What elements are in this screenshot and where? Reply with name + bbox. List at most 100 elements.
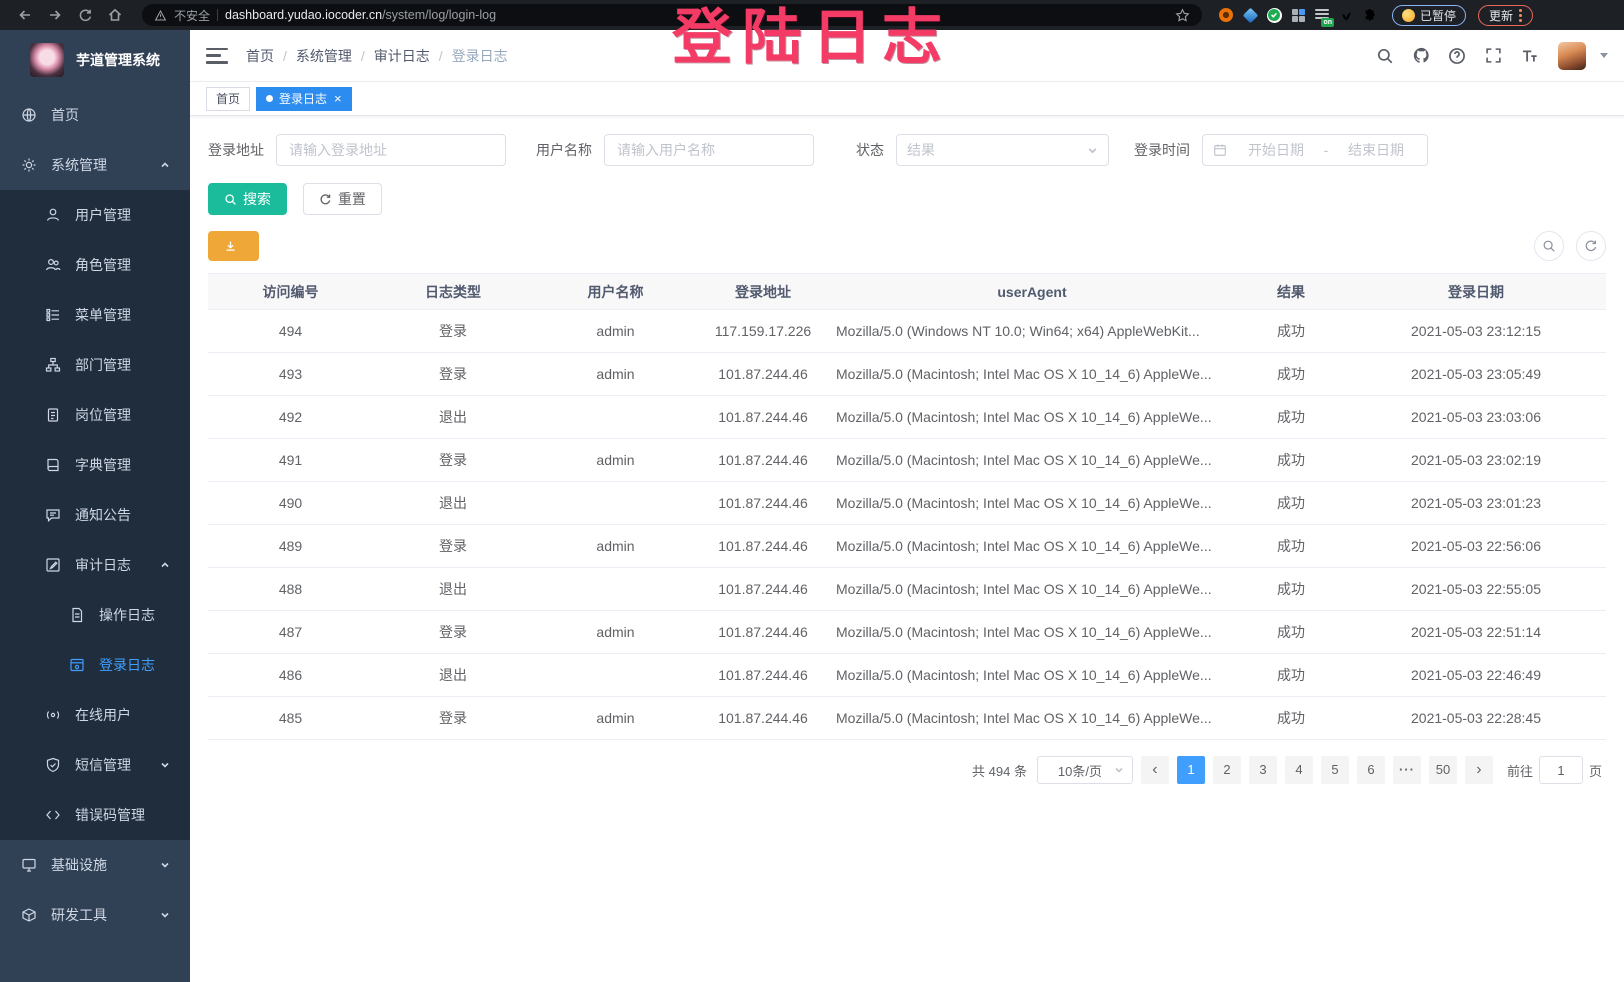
users-icon: [45, 257, 61, 273]
update-button[interactable]: 更新: [1478, 5, 1533, 26]
github-icon[interactable]: [1408, 43, 1434, 69]
sidebar-item-error-code-management[interactable]: 错误码管理: [0, 790, 190, 840]
header-search-icon[interactable]: [1372, 43, 1398, 69]
sidebar-item-infrastructure[interactable]: 基础设施: [0, 840, 190, 890]
search-button[interactable]: 搜索: [208, 183, 287, 215]
page-button-3[interactable]: 3: [1249, 756, 1277, 784]
col-login-date: 登录日期: [1346, 274, 1606, 310]
table-row: 487登录 admin101.87.244.46 Mozilla/5.0 (Ma…: [208, 611, 1606, 654]
login-time-range-picker[interactable]: 开始日期 - 结束日期: [1202, 134, 1428, 166]
sidebar-item-home[interactable]: 首页: [0, 90, 190, 140]
table-row: 493登录 admin101.87.244.46 Mozilla/5.0 (Ma…: [208, 353, 1606, 396]
logo[interactable]: 芋道管理系统: [0, 30, 190, 90]
page-button-5[interactable]: 5: [1321, 756, 1349, 784]
refresh-table-button[interactable]: [1576, 231, 1606, 261]
username-label: 用户名称: [536, 140, 592, 160]
more-pages-button[interactable]: [1393, 756, 1421, 784]
export-button[interactable]: [208, 231, 259, 261]
col-username: 用户名称: [533, 274, 698, 310]
sidebar-item-operation-log[interactable]: 操作日志: [0, 590, 190, 640]
chevron-up-icon: [160, 560, 170, 570]
sidebar-item-dict-management[interactable]: 字典管理: [0, 440, 190, 490]
reset-button[interactable]: 重置: [303, 183, 382, 215]
sidebar-item-department-management[interactable]: 部门管理: [0, 340, 190, 390]
extensions-puzzle-icon[interactable]: [1360, 5, 1380, 25]
extension-diamond-icon[interactable]: [1240, 5, 1260, 25]
login-log-table: 访问编号 日志类型 用户名称 登录地址 userAgent 结果 登录日期 49…: [208, 273, 1606, 740]
sidebar-item-sms-management[interactable]: 短信管理: [0, 740, 190, 790]
extension-check-icon[interactable]: [1264, 5, 1284, 25]
caret-down-icon[interactable]: [1600, 53, 1608, 58]
page-size-select[interactable]: 10条/页: [1037, 756, 1133, 784]
dashboard-icon: [21, 107, 37, 123]
hamburger-icon[interactable]: [206, 48, 228, 64]
login-address-input[interactable]: [276, 134, 506, 166]
gear-icon: [21, 157, 37, 173]
sidebar-item-notice[interactable]: 通知公告: [0, 490, 190, 540]
reload-icon: [78, 8, 93, 23]
table-row: 490退出 101.87.244.46 Mozilla/5.0 (Macinto…: [208, 482, 1606, 525]
table-row: 494登录 admin117.159.17.226 Mozilla/5.0 (W…: [208, 310, 1606, 353]
col-user-agent: userAgent: [828, 274, 1236, 310]
goto-page-input[interactable]: [1539, 756, 1583, 784]
system-submenu: 用户管理 角色管理 菜单管理 部门管理 岗位管理 字典管理: [0, 190, 190, 840]
page-button-4[interactable]: 4: [1285, 756, 1313, 784]
browser-menu-icon[interactable]: [1519, 9, 1522, 22]
status-select[interactable]: 结果: [896, 134, 1109, 166]
extension-grid-icon[interactable]: [1288, 5, 1308, 25]
paused-badge[interactable]: 已暂停: [1392, 5, 1466, 26]
font-size-icon[interactable]: [1516, 43, 1542, 69]
login-address-label: 登录地址: [208, 140, 264, 160]
close-icon[interactable]: [334, 92, 342, 105]
page-button-2[interactable]: 2: [1213, 756, 1241, 784]
tag-home[interactable]: 首页: [206, 87, 250, 111]
breadcrumb-home[interactable]: 首页: [246, 46, 274, 66]
date-end-input[interactable]: 结束日期: [1335, 140, 1417, 160]
browser-back-button[interactable]: [12, 3, 38, 27]
search-icon: [1542, 239, 1556, 253]
browser-reload-button[interactable]: [72, 3, 98, 27]
fullscreen-icon[interactable]: [1480, 43, 1506, 69]
breadcrumb-system[interactable]: 系统管理: [296, 46, 352, 66]
avatar[interactable]: [1558, 42, 1586, 70]
page-button-1[interactable]: 1: [1177, 756, 1205, 784]
page-button-6[interactable]: 6: [1357, 756, 1385, 784]
table-row: 491登录 admin101.87.244.46 Mozilla/5.0 (Ma…: [208, 439, 1606, 482]
extension-on-badge: on: [1321, 18, 1334, 27]
chevron-down-icon: [160, 910, 170, 920]
breadcrumb-audit-log[interactable]: 审计日志: [374, 46, 430, 66]
breadcrumb-login-log: 登录日志: [452, 46, 508, 66]
sidebar-item-login-log[interactable]: 登录日志: [0, 640, 190, 690]
breadcrumb: 首页 / 系统管理 / 审计日志 / 登录日志: [246, 46, 508, 66]
extension-list-icon[interactable]: on: [1312, 5, 1332, 25]
book-icon: [45, 457, 61, 473]
help-icon[interactable]: [1444, 43, 1470, 69]
bookmark-star-icon[interactable]: [1175, 8, 1190, 23]
username-input[interactable]: [604, 134, 814, 166]
emoji-face-icon: [1402, 9, 1415, 22]
sidebar-item-online-users[interactable]: 在线用户: [0, 690, 190, 740]
sidebar-item-system-management[interactable]: 系统管理: [0, 140, 190, 190]
code-icon: [45, 807, 61, 823]
address-bar[interactable]: 不安全 dashboard.yudao.iocoder.cn/system/lo…: [142, 4, 1202, 26]
extension-plant-icon[interactable]: [1336, 5, 1356, 25]
date-start-input[interactable]: 开始日期: [1235, 140, 1317, 160]
next-page-button[interactable]: [1465, 756, 1493, 784]
sidebar-item-role-management[interactable]: 角色管理: [0, 240, 190, 290]
toggle-search-button[interactable]: [1534, 231, 1564, 261]
tag-login-log[interactable]: 登录日志: [256, 87, 352, 111]
table-toolbar: [208, 231, 1606, 261]
sidebar-item-audit-log[interactable]: 审计日志: [0, 540, 190, 590]
sidebar-item-menu-management[interactable]: 菜单管理: [0, 290, 190, 340]
badge-icon: [45, 407, 61, 423]
page-button-last[interactable]: 50: [1429, 756, 1457, 784]
browser-forward-button[interactable]: [42, 3, 68, 27]
sidebar-item-post-management[interactable]: 岗位管理: [0, 390, 190, 440]
login-log-icon: [69, 657, 85, 673]
prev-page-button[interactable]: [1141, 756, 1169, 784]
sidebar-item-user-management[interactable]: 用户管理: [0, 190, 190, 240]
browser-home-button[interactable]: [102, 3, 128, 27]
extension-orange-icon[interactable]: [1216, 5, 1236, 25]
chevron-down-icon: [160, 860, 170, 870]
sidebar-item-dev-tools[interactable]: 研发工具: [0, 890, 190, 940]
